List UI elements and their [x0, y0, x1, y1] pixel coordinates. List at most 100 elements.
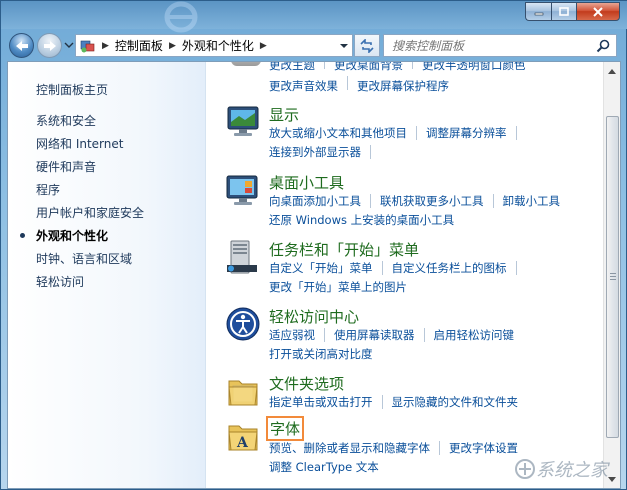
link-change-screensaver[interactable]: 更改屏幕保护程序 [357, 79, 449, 93]
breadcrumb-separator[interactable]: ▶ [260, 41, 267, 51]
scrollbar-thumb[interactable] [606, 116, 619, 438]
maximize-button[interactable] [551, 2, 576, 21]
link-add-gadgets[interactable]: 向桌面添加小工具 [269, 193, 361, 209]
link-row: 放大或缩小文本和其他项目 调整屏幕分辨率 [269, 125, 526, 141]
vertical-scrollbar[interactable] [603, 62, 620, 488]
link-change-background[interactable]: 更改桌面背景 [334, 62, 403, 72]
display-icon [227, 106, 259, 136]
sidebar-item-appearance[interactable]: 外观和个性化 [20, 229, 144, 252]
address-bar[interactable]: ▶ 控制面板 ▶ 外观和个性化 ▶ [75, 34, 353, 57]
link-separator [347, 76, 348, 90]
scroll-down-icon[interactable] [607, 476, 617, 484]
link-change-start-picture[interactable]: 更改「开始」菜单上的图片 [269, 279, 407, 295]
sidebar-item-system-security[interactable]: 系统和安全 [36, 114, 144, 137]
link-row: 向桌面添加小工具 联机获取更多小工具 卸载小工具 [269, 193, 560, 209]
link-get-more-gadgets[interactable]: 联机获取更多小工具 [380, 193, 484, 209]
minimize-button[interactable] [525, 2, 551, 21]
link-separator [370, 194, 371, 208]
sidebar-item-label: 网络和 Internet [36, 137, 124, 151]
back-button[interactable] [9, 33, 34, 58]
recent-pages-dropdown-icon[interactable] [64, 40, 74, 50]
category-title-taskbar[interactable]: 任务栏和「开始」菜单 [269, 239, 419, 260]
link-separator [381, 395, 383, 409]
sidebar-item-label: 程序 [36, 183, 61, 197]
close-button[interactable] [576, 2, 620, 21]
link-change-sounds[interactable]: 更改声音效果 [269, 79, 338, 93]
sidebar-item-clock-language[interactable]: 时钟、语言和区域 [36, 252, 144, 275]
link-separator [370, 145, 371, 159]
close-icon [593, 6, 603, 17]
link-separator [416, 126, 417, 140]
link-row: 调整 ClearType 文本 [269, 459, 379, 475]
partial-links-row: 更改主题 更改桌面背景 更改半透明窗口颜色 [269, 62, 526, 73]
svg-text:A: A [236, 435, 249, 451]
sidebar-item-label: 时钟、语言和区域 [36, 252, 133, 266]
watermark-text: 系统之家 [536, 460, 608, 481]
sidebar-item-hardware-sound[interactable]: 硬件和声音 [36, 160, 144, 183]
client-area: 控制面板主页 系统和安全 网络和 Internet 硬件和声音 程序 用户帐户和… [7, 61, 621, 489]
link-high-contrast[interactable]: 打开或关闭高对比度 [269, 346, 373, 362]
link-customize-start-menu[interactable]: 自定义「开始」菜单 [269, 260, 373, 276]
link-text-size[interactable]: 放大或缩小文本和其他项目 [269, 125, 407, 141]
link-separator [515, 126, 517, 140]
folder-options-icon [228, 380, 258, 406]
forward-button[interactable] [37, 33, 62, 58]
link-screen-reader[interactable]: 使用屏幕读取器 [334, 327, 415, 343]
breadcrumb-separator[interactable]: ▶ [169, 41, 176, 51]
search-input[interactable] [392, 38, 592, 53]
sidebar: 控制面板主页 系统和安全 网络和 Internet 硬件和声音 程序 用户帐户和… [8, 62, 206, 488]
sidebar-home-link[interactable]: 控制面板主页 [36, 81, 108, 98]
link-single-double-click[interactable]: 指定单击或双击打开 [269, 394, 373, 410]
sidebar-item-user-accounts[interactable]: 用户帐户和家庭安全 [36, 206, 144, 229]
link-accessibility-keys[interactable]: 启用轻松访问键 [434, 327, 515, 343]
link-font-settings[interactable]: 更改字体设置 [449, 440, 518, 456]
category-title-fonts[interactable]: 字体 [266, 416, 305, 441]
breadcrumb-control-panel[interactable]: 控制面板 [115, 37, 163, 54]
link-row: 适应弱视 使用屏幕读取器 启用轻松访问键 [269, 327, 514, 343]
link-separator [381, 261, 383, 275]
sidebar-item-label: 轻松访问 [36, 275, 85, 289]
link-cleartype[interactable]: 调整 ClearType 文本 [269, 459, 379, 475]
category-title-folder-options[interactable]: 文件夹选项 [269, 373, 344, 394]
sidebar-item-label: 外观和个性化 [36, 229, 109, 243]
main-content: 更改主题 更改桌面背景 更改半透明窗口颜色 更改声音效果 更改屏幕保护程序 显示 放大… [207, 62, 605, 488]
control-panel-icon [80, 40, 95, 52]
category-title-gadgets[interactable]: 桌面小工具 [269, 172, 344, 193]
breadcrumb-separator[interactable]: ▶ [102, 41, 109, 51]
category-title-ease-of-access[interactable]: 轻松访问中心 [269, 306, 359, 327]
arrow-left-icon [15, 40, 28, 51]
refresh-button[interactable] [354, 34, 380, 57]
breadcrumb-appearance[interactable]: 外观和个性化 [182, 37, 254, 54]
fonts-icon: A [228, 425, 258, 451]
window-frame: ▶ 控制面板 ▶ 外观和个性化 ▶ 控制面板主页 系统和安全 [0, 0, 627, 490]
link-separator [423, 328, 425, 342]
sidebar-item-label: 用户帐户和家庭安全 [36, 206, 145, 220]
link-show-hidden-files[interactable]: 显示隐藏的文件和文件夹 [392, 394, 519, 410]
sidebar-item-network[interactable]: 网络和 Internet [36, 137, 144, 160]
search-icon[interactable] [596, 39, 610, 53]
sidebar-item-programs[interactable]: 程序 [36, 183, 144, 206]
link-uninstall-gadget[interactable]: 卸载小工具 [503, 193, 561, 209]
link-external-display[interactable]: 连接到外部显示器 [269, 144, 361, 160]
link-row: 预览、删除或者显示和隐藏字体 更改字体设置 [269, 440, 518, 456]
link-change-theme[interactable]: 更改主题 [269, 62, 315, 72]
search-box[interactable] [383, 34, 617, 57]
sidebar-item-label: 硬件和声音 [36, 160, 97, 174]
link-customize-taskbar-icons[interactable]: 自定义任务栏上的图标 [392, 260, 507, 276]
watermark-logo-icon [515, 459, 535, 479]
link-screen-resolution[interactable]: 调整屏幕分辨率 [426, 125, 507, 141]
link-manage-fonts[interactable]: 预览、删除或者显示和隐藏字体 [269, 440, 430, 456]
link-restore-gadgets[interactable]: 还原 Windows 上安装的桌面小工具 [269, 212, 454, 228]
link-change-glass-color[interactable]: 更改半透明窗口颜色 [422, 62, 526, 72]
sidebar-item-label: 系统和安全 [36, 114, 97, 128]
link-row: 自定义「开始」菜单 自定义任务栏上的图标 [269, 260, 526, 276]
link-low-vision[interactable]: 适应弱视 [269, 327, 315, 343]
minimize-icon [534, 12, 543, 15]
gadgets-icon [226, 175, 258, 205]
partial-links-row: 更改声音效果 更改屏幕保护程序 [269, 76, 449, 94]
chevron-down-icon[interactable] [339, 41, 349, 51]
link-row: 更改「开始」菜单上的图片 [269, 279, 407, 295]
scroll-up-icon[interactable] [607, 67, 617, 75]
sidebar-item-ease-of-access[interactable]: 轻松访问 [36, 275, 144, 298]
category-title-display[interactable]: 显示 [269, 104, 299, 125]
